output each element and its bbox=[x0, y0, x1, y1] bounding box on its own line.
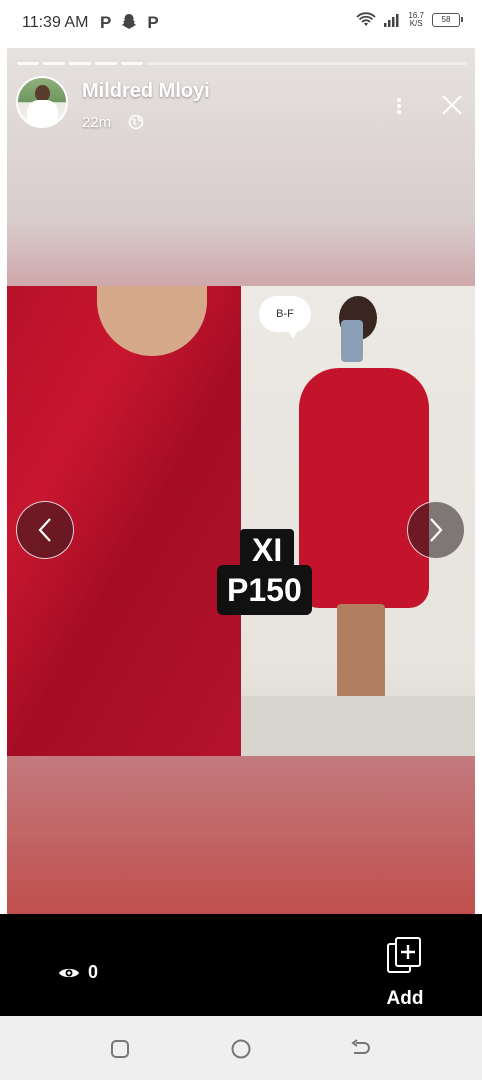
viewers-button[interactable]: 0 bbox=[58, 962, 98, 983]
eye-icon bbox=[59, 968, 79, 977]
snapchat-icon bbox=[122, 14, 137, 29]
neckline-skin bbox=[97, 286, 207, 356]
progress-remaining bbox=[147, 62, 467, 65]
p-notification-icon-2: P bbox=[147, 13, 159, 32]
price-label: P150 bbox=[217, 565, 312, 615]
add-label: Add bbox=[386, 988, 424, 1009]
story-bottom-bar: 0 Add bbox=[0, 914, 482, 1016]
status-bar: 11:39 AM P P 16.7 K/S 58 bbox=[0, 0, 482, 48]
p-notification-icon: P bbox=[100, 13, 112, 32]
battery-level: 58 bbox=[441, 15, 451, 24]
system-status-icons: 16.7 K/S 58 bbox=[356, 12, 463, 28]
progress-segment bbox=[17, 62, 39, 65]
status-time: 11:39 AM bbox=[22, 14, 89, 31]
posted-time: 22m bbox=[82, 114, 112, 131]
network-speed: 16.7 K/S bbox=[408, 12, 424, 28]
back-button-icon[interactable] bbox=[350, 1038, 372, 1060]
progress-segment bbox=[43, 62, 65, 65]
progress-segment bbox=[95, 62, 117, 65]
home-button-icon[interactable] bbox=[230, 1038, 252, 1060]
speech-bubble: B-F bbox=[259, 296, 311, 338]
signal-icon bbox=[384, 14, 399, 27]
more-vertical-icon[interactable] bbox=[393, 96, 405, 116]
red-dress bbox=[299, 368, 429, 608]
system-navigation-bar bbox=[0, 1016, 482, 1080]
viewer-count: 0 bbox=[88, 962, 99, 982]
net-speed-unit: K/S bbox=[409, 19, 423, 28]
story-viewer-screen: 11:39 AM P P 16.7 K/S 58 Mildred Mloyi 2… bbox=[0, 0, 482, 1080]
previous-story-button[interactable] bbox=[16, 501, 74, 559]
recents-button-icon[interactable] bbox=[109, 1038, 131, 1060]
battery-icon: 58 bbox=[432, 13, 463, 27]
poster-name[interactable]: Mildred Mloyi bbox=[82, 80, 210, 103]
story-content[interactable]: Mildred Mloyi 22m B-F XI P150 bbox=[7, 48, 475, 914]
notification-icons: P P bbox=[100, 13, 159, 33]
progress-segment bbox=[121, 62, 143, 65]
avatar[interactable] bbox=[16, 76, 68, 128]
avatar-body bbox=[27, 100, 58, 126]
story-progress bbox=[17, 62, 467, 65]
phone-in-mirror bbox=[341, 320, 363, 362]
add-story-icon bbox=[387, 937, 421, 973]
add-story-button[interactable]: Add bbox=[376, 932, 434, 1012]
story-photo bbox=[7, 286, 475, 756]
floor bbox=[241, 696, 475, 756]
next-story-button[interactable] bbox=[407, 501, 465, 559]
close-icon[interactable] bbox=[441, 94, 463, 116]
globe-icon bbox=[128, 114, 144, 130]
chevron-right-icon bbox=[430, 518, 443, 542]
chevron-left-icon bbox=[38, 518, 51, 542]
wifi-icon bbox=[356, 12, 377, 26]
progress-segment bbox=[69, 62, 91, 65]
